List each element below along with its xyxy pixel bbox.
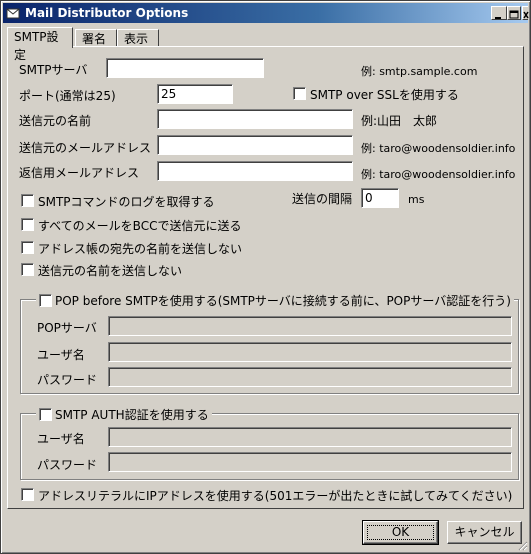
pop-before-smtp-legend: POP before SMTPを使用する(SMTPサーバに接続する前に、POPサ…: [36, 292, 514, 309]
sender-name-example: 例:山田 太郎: [361, 114, 438, 128]
minimize-button[interactable]: [491, 6, 507, 20]
minimize-icon: [495, 17, 501, 19]
ssl-label: SMTP over SSLを使用する: [310, 88, 459, 102]
interval-label: 送信の間隔: [292, 192, 353, 206]
sender-address-input[interactable]: [157, 135, 353, 155]
auth-password-input[interactable]: [108, 452, 512, 472]
reply-address-label: 返信用メールアドレス: [19, 166, 140, 180]
close-button[interactable]: [522, 6, 529, 20]
sender-name-label: 送信元の名前: [19, 114, 92, 128]
title-bar[interactable]: Mail Distributor Options: [3, 3, 529, 23]
close-icon: [523, 11, 529, 19]
no-sender-name-checkbox[interactable]: [21, 263, 34, 276]
smtp-auth-label: SMTP AUTH認証を使用する: [55, 408, 209, 422]
no-addressbook-name-checkbox[interactable]: [21, 241, 34, 254]
cancel-button-label: キャンセル: [454, 525, 515, 539]
interval-unit: ms: [408, 193, 425, 206]
tab-signature[interactable]: 署名: [75, 29, 117, 47]
pop-password-label: パスワード: [37, 373, 98, 387]
smtp-server-example: 例: smtp.sample.com: [361, 65, 478, 78]
bcc-checkbox[interactable]: [21, 218, 34, 231]
auth-password-label: パスワード: [37, 458, 98, 472]
pop-user-input[interactable]: [108, 342, 512, 362]
tab-smtp-settings[interactable]: SMTP設定: [7, 27, 73, 62]
app-icon: [6, 8, 20, 19]
no-addressbook-name-label: アドレス帳の宛先の名前を送信しない: [38, 242, 243, 256]
no-sender-name-label: 送信元の名前を送信しない: [38, 264, 183, 278]
smtp-auth-checkbox[interactable]: [39, 408, 52, 421]
pop-user-label: ユーザ名: [37, 348, 85, 362]
maximize-icon: [509, 10, 519, 19]
ssl-checkbox[interactable]: [293, 87, 306, 100]
cancel-button[interactable]: キャンセル: [447, 521, 522, 544]
ip-literal-label: アドレスリテラルにIPアドレスを使用する(501エラーが出たときに試してみてくだ…: [38, 489, 513, 503]
options-window: Mail Distributor Options SMTP設定 署名 表示 SM…: [0, 0, 531, 554]
auth-user-input[interactable]: [108, 427, 512, 447]
ok-button[interactable]: OK: [362, 520, 439, 545]
log-label: SMTPコマンドのログを取得する: [38, 195, 215, 209]
ip-literal-checkbox[interactable]: [21, 488, 34, 501]
log-checkbox[interactable]: [21, 194, 34, 207]
focus-rect: [367, 525, 434, 540]
bcc-label: すべてのメールをBCCで送信元に送る: [38, 219, 242, 233]
port-label: ポート(通常は25): [19, 89, 116, 103]
smtp-settings-panel: SMTPサーバ 例: smtp.sample.com ポート(通常は25) SM…: [7, 46, 524, 509]
pop-server-input[interactable]: [108, 316, 512, 336]
tab-display[interactable]: 表示: [117, 29, 159, 47]
sender-address-example: 例: taro@woodensoldier.info: [361, 142, 516, 155]
interval-input[interactable]: [361, 188, 399, 208]
smtp-server-input[interactable]: [106, 58, 264, 78]
reply-address-input[interactable]: [157, 161, 353, 181]
pop-password-input[interactable]: [108, 367, 512, 387]
maximize-button[interactable]: [507, 6, 521, 20]
window-title: Mail Distributor Options: [25, 6, 189, 20]
pop-before-smtp-label: POP before SMTPを使用する(SMTPサーバに接続する前に、POPサ…: [55, 294, 511, 308]
sender-name-input[interactable]: [157, 109, 353, 129]
pop-server-label: POPサーバ: [37, 321, 97, 335]
pop-before-smtp-checkbox[interactable]: [39, 294, 52, 307]
reply-address-example: 例: taro@woodensoldier.info: [361, 168, 516, 181]
smtp-server-label: SMTPサーバ: [19, 63, 88, 77]
resize-grip-icon[interactable]: [516, 539, 528, 551]
port-input[interactable]: [157, 84, 233, 104]
sender-address-label: 送信元のメールアドレス: [19, 141, 152, 155]
auth-user-label: ユーザ名: [37, 432, 85, 446]
smtp-auth-legend: SMTP AUTH認証を使用する: [36, 406, 212, 423]
